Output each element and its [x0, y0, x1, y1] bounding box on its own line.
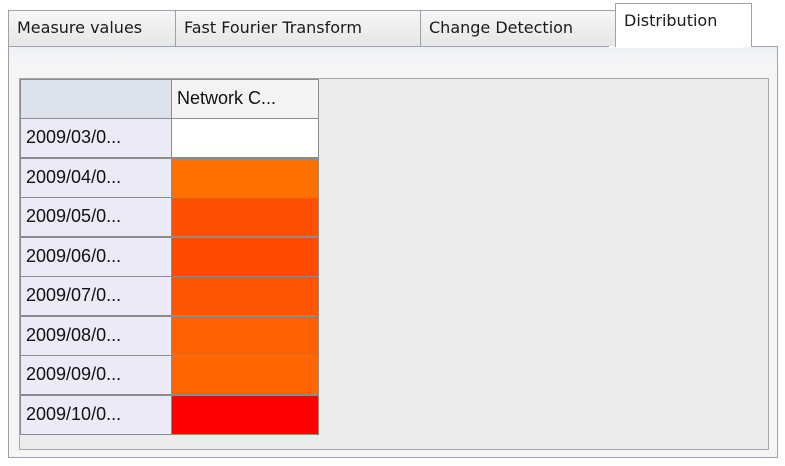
row-header[interactable]: 2009/07/0...	[20, 276, 172, 316]
distribution-panel: Network C... 2009/03/0... 2009/04/0... 200…	[8, 46, 778, 458]
tab-fast-fourier-transform[interactable]: Fast Fourier Transform	[175, 10, 421, 46]
row-header[interactable]: 2009/05/0...	[20, 197, 172, 237]
distribution-cell[interactable]	[171, 118, 319, 158]
row-header[interactable]: 2009/10/0...	[20, 394, 172, 435]
column-header-network[interactable]: Network C...	[171, 79, 319, 119]
row-header[interactable]: 2009/06/0...	[20, 236, 172, 277]
distribution-table: Network C... 2009/03/0... 2009/04/0... 200…	[19, 78, 769, 450]
table-corner-header	[20, 79, 172, 119]
row-header[interactable]: 2009/03/0...	[20, 118, 172, 158]
distribution-cell[interactable]	[171, 236, 319, 277]
row-header[interactable]: 2009/08/0...	[20, 315, 172, 356]
tab-distribution[interactable]: Distribution	[615, 3, 752, 47]
tab-strip: Measure values Fast Fourier Transform Ch…	[8, 0, 778, 48]
distribution-cell[interactable]	[171, 355, 319, 395]
distribution-cell[interactable]	[171, 394, 319, 435]
distribution-cell[interactable]	[171, 197, 319, 237]
distribution-cell[interactable]	[171, 276, 319, 316]
distribution-cell[interactable]	[171, 315, 319, 356]
row-header[interactable]: 2009/09/0...	[20, 355, 172, 395]
distribution-view: Measure values Fast Fourier Transform Ch…	[0, 0, 785, 466]
tab-measure-values[interactable]: Measure values	[8, 10, 176, 46]
tab-change-detection[interactable]: Change Detection	[420, 10, 620, 46]
distribution-cell[interactable]	[171, 157, 319, 198]
row-header[interactable]: 2009/04/0...	[20, 157, 172, 198]
